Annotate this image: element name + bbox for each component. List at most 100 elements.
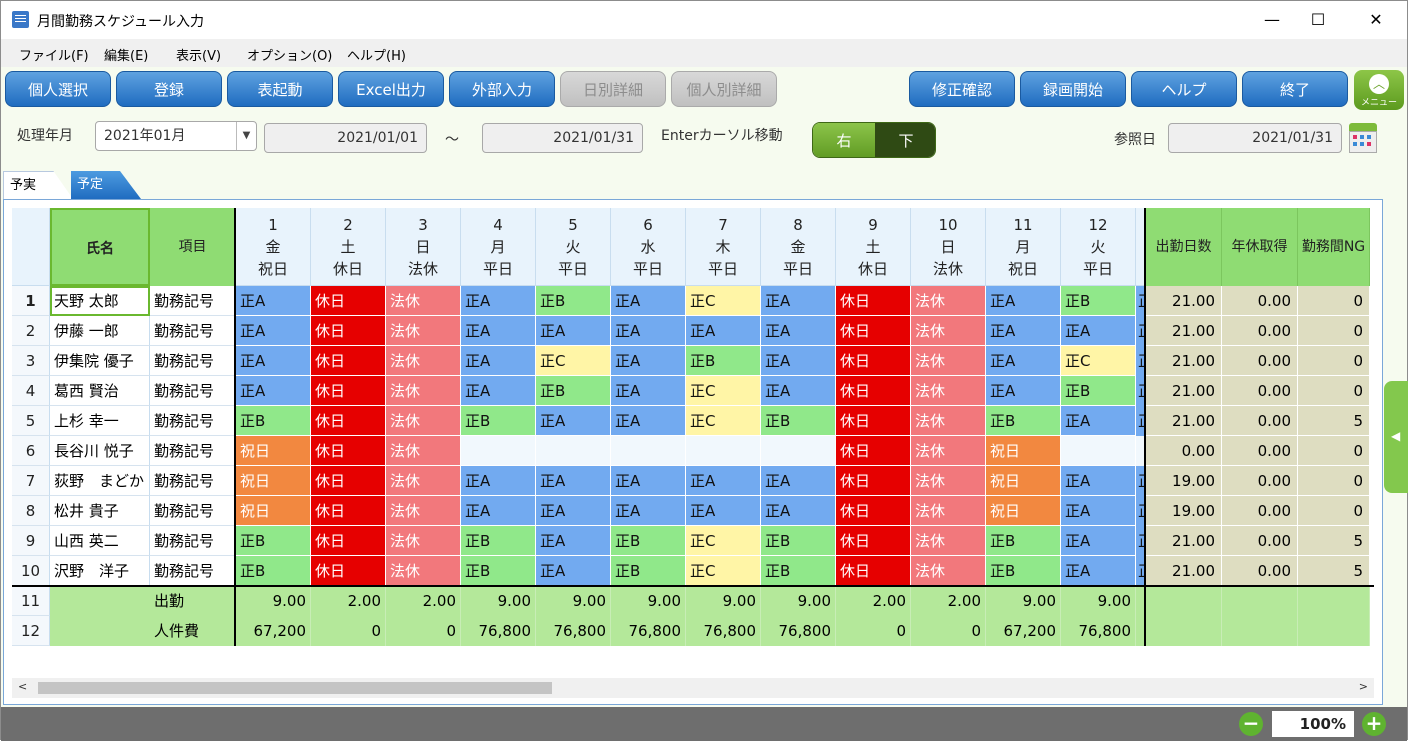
shift-cell[interactable]: 祝日 <box>236 436 311 466</box>
shift-cell[interactable]: 正A <box>686 466 761 496</box>
day-header[interactable]: 10 日法休 <box>911 208 986 286</box>
shift-cell[interactable]: 正C <box>686 286 761 316</box>
tab-actual[interactable]: 予実 <box>3 171 73 199</box>
shift-cell[interactable]: 正A <box>1061 526 1136 556</box>
exit-button[interactable]: 終了 <box>1242 71 1348 107</box>
horizontal-scrollbar[interactable]: < > <box>12 678 1374 698</box>
shift-cell[interactable]: 正B <box>236 406 311 436</box>
shift-cell[interactable]: 法休 <box>386 526 461 556</box>
shift-cell[interactable]: 法休 <box>911 496 986 526</box>
shift-cell[interactable]: 法休 <box>386 496 461 526</box>
menu-panel-button[interactable]: ︿ メニュー <box>1354 70 1404 110</box>
shift-cell[interactable]: 正B <box>536 286 611 316</box>
shift-cell[interactable]: 正A <box>686 316 761 346</box>
shift-cell[interactable]: 正A <box>536 526 611 556</box>
shift-cell[interactable]: 祝日 <box>986 466 1061 496</box>
shift-cell[interactable]: 正B <box>761 406 836 436</box>
day-header[interactable]: 8 金平日 <box>761 208 836 286</box>
day-header[interactable]: 1 金祝日 <box>236 208 311 286</box>
shift-cell[interactable]: 正A <box>761 376 836 406</box>
shift-cell[interactable]: 休日 <box>311 346 386 376</box>
shift-cell[interactable]: 正C <box>1061 346 1136 376</box>
employee-name[interactable]: 天野 太郎 <box>50 286 150 316</box>
shift-cell[interactable]: 休日 <box>311 556 386 586</box>
shift-cell[interactable]: 正B <box>1061 286 1136 316</box>
employee-name[interactable]: 松井 貴子 <box>50 496 150 526</box>
shift-cell[interactable]: 正A <box>461 496 536 526</box>
menu-file[interactable]: ファイル(F) <box>19 45 89 64</box>
shift-cell[interactable]: 正C <box>686 376 761 406</box>
process-month-select[interactable]: 2021年01月 ▼ <box>95 121 257 151</box>
select-person-button[interactable]: 個人選択 <box>5 71 111 107</box>
employee-name[interactable]: 荻野 まどか <box>50 466 150 496</box>
shift-cell[interactable]: 休日 <box>311 436 386 466</box>
employee-name[interactable]: 山西 英二 <box>50 526 150 556</box>
zoom-in-button[interactable]: + <box>1362 712 1386 736</box>
shift-cell[interactable]: 法休 <box>911 376 986 406</box>
shift-cell[interactable]: 正B <box>611 526 686 556</box>
shift-cell[interactable]: 正A <box>611 286 686 316</box>
daily-detail-button[interactable]: 日別詳細 <box>560 71 666 107</box>
shift-cell[interactable]: 休日 <box>836 406 911 436</box>
shift-cell[interactable]: 法休 <box>386 556 461 586</box>
shift-cell[interactable]: 休日 <box>836 436 911 466</box>
shift-cell[interactable]: 正A <box>986 346 1061 376</box>
shift-cell[interactable]: 正A <box>611 466 686 496</box>
shift-cell[interactable] <box>1061 436 1136 466</box>
help-button[interactable]: ヘルプ <box>1131 71 1237 107</box>
shift-cell[interactable]: 正A <box>236 316 311 346</box>
shift-cell[interactable]: 正A <box>1061 466 1136 496</box>
employee-name[interactable]: 沢野 洋子 <box>50 556 150 586</box>
shift-cell[interactable]: 法休 <box>911 406 986 436</box>
shift-cell[interactable]: 法休 <box>386 466 461 496</box>
register-button[interactable]: 登録 <box>116 71 222 107</box>
shift-cell[interactable]: 祝日 <box>236 496 311 526</box>
shift-cell[interactable]: 法休 <box>386 316 461 346</box>
shift-cell[interactable]: 祝日 <box>986 436 1061 466</box>
shift-cell[interactable]: 祝日 <box>986 496 1061 526</box>
shift-cell[interactable]: 正A <box>986 286 1061 316</box>
shift-cell[interactable]: 正A <box>611 496 686 526</box>
shift-cell[interactable]: 正A <box>536 316 611 346</box>
shift-cell[interactable]: 正A <box>236 376 311 406</box>
shift-cell[interactable]: 法休 <box>911 466 986 496</box>
menu-edit[interactable]: 編集(E) <box>104 45 148 64</box>
open-table-button[interactable]: 表起動 <box>227 71 333 107</box>
shift-cell[interactable]: 正A <box>536 466 611 496</box>
shift-cell[interactable]: 正A <box>761 316 836 346</box>
shift-cell[interactable]: 正B <box>236 526 311 556</box>
shift-cell[interactable] <box>761 436 836 466</box>
shift-cell[interactable]: 正A <box>611 346 686 376</box>
shift-cell[interactable]: 正B <box>986 556 1061 586</box>
reference-date-field[interactable]: 2021/01/31 <box>1168 123 1342 153</box>
shift-cell[interactable]: 正A <box>461 376 536 406</box>
shift-cell[interactable]: 正A <box>611 406 686 436</box>
shift-cell[interactable]: 正A <box>611 316 686 346</box>
shift-cell[interactable]: 休日 <box>311 406 386 436</box>
shift-cell[interactable]: 休日 <box>836 316 911 346</box>
shift-cell[interactable]: 法休 <box>386 346 461 376</box>
shift-cell[interactable]: 正A <box>761 286 836 316</box>
shift-cell[interactable]: 正A <box>686 496 761 526</box>
shift-cell[interactable]: 休日 <box>311 376 386 406</box>
shift-cell[interactable]: 法休 <box>386 436 461 466</box>
shift-cell[interactable]: 正A <box>536 496 611 526</box>
chevron-down-icon[interactable]: ▼ <box>236 122 256 150</box>
shift-cell[interactable]: 法休 <box>911 436 986 466</box>
employee-name[interactable]: 伊藤 一郎 <box>50 316 150 346</box>
external-input-button[interactable]: 外部入力 <box>449 71 555 107</box>
shift-cell[interactable]: 祝日 <box>236 466 311 496</box>
shift-cell[interactable]: 法休 <box>911 526 986 556</box>
shift-cell[interactable]: 正B <box>611 556 686 586</box>
maximize-button[interactable]: ☐ <box>1295 1 1341 39</box>
shift-cell[interactable]: 正C <box>686 526 761 556</box>
scroll-right-icon[interactable]: > <box>1359 680 1368 693</box>
shift-cell[interactable]: 正A <box>761 466 836 496</box>
shift-cell[interactable]: 正B <box>461 406 536 436</box>
shift-cell[interactable]: 正C <box>686 556 761 586</box>
shift-cell[interactable] <box>611 436 686 466</box>
shift-cell[interactable]: 休日 <box>836 286 911 316</box>
shift-cell[interactable]: 正A <box>236 286 311 316</box>
shift-cell[interactable]: 休日 <box>311 496 386 526</box>
day-header[interactable]: 5 火平日 <box>536 208 611 286</box>
